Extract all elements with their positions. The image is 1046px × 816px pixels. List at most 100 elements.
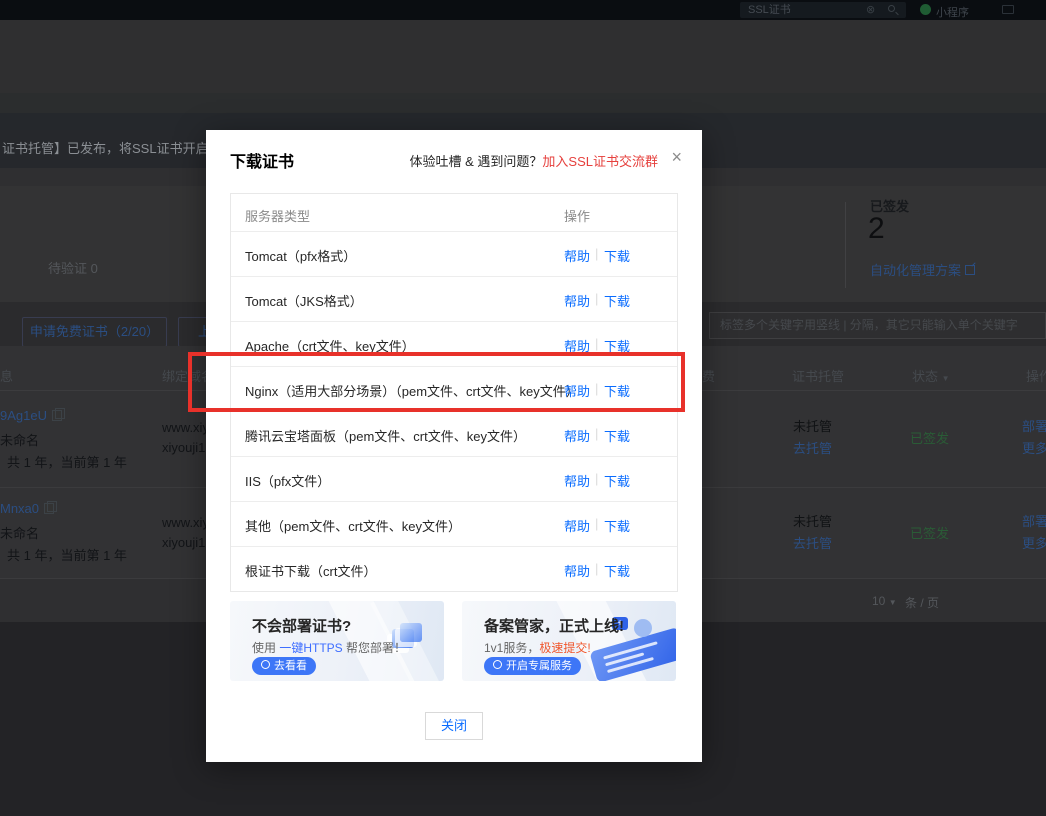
bound-domain: xiyouji12 — [162, 535, 213, 550]
download-link[interactable]: 下载 — [604, 471, 630, 490]
feedback-group-link[interactable]: 加入SSL证书交流群 — [542, 154, 658, 169]
modal-title: 下载证书 — [230, 154, 295, 171]
copy-icon[interactable] — [51, 408, 65, 421]
close-button[interactable]: 关闭 — [425, 712, 483, 740]
help-link[interactable]: 帮助 — [564, 336, 590, 355]
col-hosting: 证书托管 — [792, 369, 845, 384]
link-separator: | — [595, 291, 599, 306]
feedback-line: 体验吐槽 & 遇到问题？加入SSL证书交流群 — [410, 151, 658, 170]
one-click-https-banner[interactable]: 不会部署证书? 使用 一键HTTPS 帮您部署！ 去看看 — [230, 601, 444, 681]
row-label: 根证书下载（crt文件） — [245, 564, 377, 579]
banner-desc: 使用 一键HTTPS 帮您部署！ — [252, 639, 406, 656]
per-page-label: 条 / 页 — [905, 596, 940, 610]
page-size-select[interactable]: 10 ▼ — [872, 594, 897, 608]
col-server-type: 服务器类型 — [245, 209, 311, 224]
help-link[interactable]: 帮助 — [564, 471, 590, 490]
filter-icon[interactable]: ▼ — [942, 374, 950, 383]
link-separator: | — [595, 246, 599, 261]
download-link[interactable]: 下载 — [604, 426, 630, 445]
server-type-row-iis: IIS（pfx文件） 帮助 | 下载 — [231, 456, 677, 501]
go-see-button[interactable]: 去看看 — [252, 657, 316, 675]
server-type-row-nginx: Nginx（适用大部分场景）（pem文件、crt文件、key文件） 帮助 | 下… — [231, 366, 677, 411]
link-separator: | — [595, 381, 599, 396]
auto-manage-link-text: 自动化管理方案 — [870, 263, 962, 278]
keyword-filter-input[interactable]: 标签多个关键字用竖线 | 分隔，其它只能输入单个关键字 — [709, 312, 1046, 339]
help-link[interactable]: 帮助 — [564, 426, 590, 445]
help-link[interactable]: 帮助 — [564, 561, 590, 580]
download-link[interactable]: 下载 — [604, 381, 630, 400]
cert-id: Mnxa0 — [0, 501, 40, 516]
help-link[interactable]: 帮助 — [564, 291, 590, 310]
banner-title: 不会部署证书? — [252, 618, 352, 635]
col-status[interactable]: 状态 ▼ — [912, 366, 950, 385]
hosting-status: 未托管 — [793, 514, 833, 529]
beian-banner[interactable]: + 备案管家，正式上线! 1v1服务，极速提交! 开启专属服务 — [462, 601, 676, 681]
link-separator: | — [595, 516, 599, 531]
link-separator: | — [595, 561, 599, 576]
exclusive-service-button-label: 开启专属服务 — [506, 660, 572, 672]
server-type-row-root-cert: 根证书下载（crt文件） 帮助 | 下载 — [231, 546, 677, 591]
col-status-label: 状态 — [912, 369, 939, 384]
location-badge-icon — [493, 660, 502, 669]
link-separator: | — [595, 426, 599, 441]
location-badge-icon — [261, 660, 270, 669]
row-label: Tomcat（JKS格式） — [245, 294, 363, 309]
help-link[interactable]: 帮助 — [564, 246, 590, 265]
row-label: Nginx（适用大部分场景）（pem文件、crt文件、key文件） — [245, 384, 579, 399]
download-link[interactable]: 下载 — [604, 291, 630, 310]
banner-desc: 1v1服务，极速提交! — [484, 639, 591, 656]
server-type-row-tomcat-jks: Tomcat（JKS格式） 帮助 | 下载 — [231, 276, 677, 321]
more-link[interactable]: 更多 — [1022, 533, 1046, 552]
apply-free-cert-button[interactable]: 申请免费证书（2/20） — [22, 317, 167, 347]
help-link[interactable]: 帮助 — [564, 381, 590, 400]
download-link[interactable]: 下载 — [604, 516, 630, 535]
pending-label: 待验证 — [48, 261, 88, 276]
banner-desc-prefix: 使用 — [252, 641, 280, 655]
col-fee-partial: 费 — [702, 369, 716, 384]
mini-program-icon[interactable] — [920, 4, 931, 15]
download-link[interactable]: 下载 — [604, 246, 630, 265]
server-type-row-baota: 腾讯云宝塔面板（pem文件、crt文件、key文件） 帮助 | 下载 — [231, 411, 677, 456]
sub-header-band — [0, 113, 1046, 130]
cert-validity: ：共 1 年，当前第 1 年 — [0, 548, 127, 563]
top-nav-bar: SSL证书 ⊗ 小程序 — [0, 0, 1046, 20]
deploy-link[interactable]: 部署 — [1022, 416, 1046, 435]
cert-validity: ：共 1 年，当前第 1 年 — [0, 455, 127, 470]
row-label: 腾讯云宝塔面板（pem文件、crt文件、key文件） — [245, 429, 526, 444]
cert-id: 9Ag1eU — [0, 408, 47, 423]
chevron-down-icon: ▼ — [888, 598, 897, 607]
col-info-partial: 息 — [0, 369, 14, 384]
download-link[interactable]: 下载 — [604, 561, 630, 580]
go-hosting-link[interactable]: 去托管 — [793, 438, 832, 457]
page-header-band — [0, 20, 1046, 93]
download-link[interactable]: 下载 — [604, 336, 630, 355]
row-label: Tomcat（pfx格式） — [245, 249, 357, 264]
exclusive-service-button[interactable]: 开启专属服务 — [484, 657, 581, 675]
mini-program-label[interactable]: 小程序 — [936, 4, 969, 20]
feedback-text: 体验吐槽 & 遇到问题？ — [409, 154, 543, 169]
page-size-value: 10 — [872, 594, 886, 608]
deploy-link[interactable]: 部署 — [1022, 511, 1046, 530]
help-link[interactable]: 帮助 — [564, 516, 590, 535]
clear-search-icon[interactable]: ⊗ — [866, 2, 875, 18]
row-label: IIS（pfx文件） — [245, 474, 331, 489]
banner-desc-prefix: 1v1服务， — [484, 641, 540, 655]
server-type-row-apache: Apache（crt文件、key文件） 帮助 | 下载 — [231, 321, 677, 366]
cert-id-link[interactable]: Mnxa0 — [0, 501, 58, 516]
close-icon[interactable]: × — [671, 148, 682, 166]
copy-icon[interactable] — [44, 501, 58, 514]
cert-name: 未命名 — [0, 433, 40, 448]
banner-title: 备案管家，正式上线! — [484, 618, 624, 635]
server-type-row-other: 其他（pem文件、crt文件、key文件） 帮助 | 下载 — [231, 501, 677, 546]
global-search-input[interactable]: SSL证书 — [740, 2, 906, 18]
pending-stat: 待验证 0 — [48, 258, 98, 277]
auto-manage-link[interactable]: 自动化管理方案 — [870, 260, 976, 279]
status-badge: 已签发 — [910, 526, 950, 541]
more-link[interactable]: 更多 — [1022, 438, 1046, 457]
search-icon[interactable] — [888, 5, 895, 12]
go-hosting-link[interactable]: 去托管 — [793, 533, 832, 552]
cert-id-link[interactable]: 9Ag1eU — [0, 408, 65, 423]
breadcrumb-band — [0, 93, 1046, 113]
console-icon[interactable] — [1002, 5, 1014, 14]
banner-desc-suffix: 帮您部署！ — [342, 641, 407, 655]
